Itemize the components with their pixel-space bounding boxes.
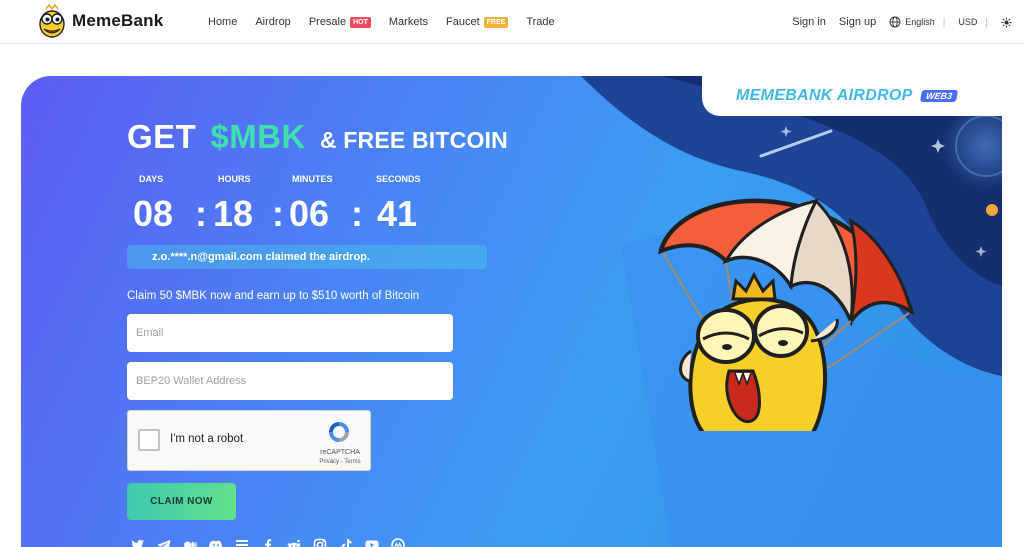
days-value: 08 <box>133 193 174 234</box>
language-selector[interactable]: English <box>889 16 935 28</box>
medium-icon[interactable] <box>183 538 197 547</box>
reddit-icon[interactable] <box>287 538 301 547</box>
recaptcha-privacy-terms[interactable]: Privacy - Terms <box>314 459 366 465</box>
recaptcha-icon <box>329 422 349 442</box>
headline-get: GET <box>127 118 197 155</box>
facebook-icon[interactable] <box>261 538 275 547</box>
sign-in-link[interactable]: Sign in <box>792 16 826 28</box>
sun-icon <box>1001 16 1012 28</box>
free-badge: FREE <box>483 16 509 28</box>
nav-airdrop[interactable]: Airdrop <box>255 16 290 28</box>
seconds-label: SECONDS <box>376 174 421 184</box>
youtube-icon[interactable] <box>365 538 379 547</box>
separator: | <box>985 16 988 28</box>
recaptcha-label: I'm not a robot <box>170 433 244 445</box>
headline-token: $MBK <box>210 118 306 155</box>
countdown-sep: : <box>351 193 363 234</box>
memebank-logo[interactable]: MemeBank <box>36 4 163 38</box>
nav-airdrop-label: Airdrop <box>255 16 291 28</box>
hero-headline: GET $MBK & FREE BITCOIN <box>127 118 508 156</box>
social-links <box>131 538 417 547</box>
mascot-parachute-illustration <box>657 198 915 431</box>
discord-icon[interactable] <box>209 538 223 547</box>
airdrop-tab: MEMEBANK AIRDROP WEB3 <box>702 76 1002 116</box>
nav-trade[interactable]: Trade <box>526 16 554 28</box>
minutes-label: MINUTES <box>292 174 333 184</box>
theme-toggle[interactable] <box>1001 16 1012 28</box>
web3-badge: WEB3 <box>919 90 958 102</box>
hot-badge: HOT <box>350 16 371 28</box>
memebank-mascot-icon <box>39 4 65 38</box>
email-field[interactable] <box>127 314 453 352</box>
seconds-value: 41 <box>377 193 418 234</box>
nav-markets[interactable]: Markets <box>389 16 428 28</box>
airdrop-hero: MEMEBANK AIRDROP WEB3 GET $MBK & FREE BI… <box>21 76 1002 547</box>
docs-icon[interactable] <box>235 538 249 547</box>
language-label: English <box>905 17 935 27</box>
wallet-address-field[interactable] <box>127 362 453 400</box>
recaptcha-brand: reCAPTCHA <box>320 449 360 456</box>
account-nav: Sign in Sign up English | USD | <box>792 0 1012 44</box>
recaptcha-checkbox[interactable] <box>138 429 160 451</box>
separator: | <box>942 16 946 28</box>
telegram-icon[interactable] <box>157 538 171 547</box>
nav-presale[interactable]: Presale HOT <box>309 16 371 28</box>
hero-subtitle: Claim 50 $MBK now and earn up to $510 wo… <box>127 290 420 302</box>
countdown-sep: : <box>195 193 207 234</box>
nav-markets-label: Markets <box>388 16 429 28</box>
main-nav: Home Airdrop Presale HOT Markets Faucet … <box>208 0 573 44</box>
claimed-notice-text: z.o.****.n@gmail.com claimed the airdrop… <box>152 251 370 263</box>
headline-rest: & FREE BITCOIN <box>319 127 508 153</box>
currency-selector[interactable]: USD <box>958 17 977 27</box>
airdrop-title: MEMEBANK AIRDROP <box>736 87 913 104</box>
twitter-icon[interactable] <box>131 538 145 547</box>
hours-value: 18 <box>213 193 254 234</box>
nav-home[interactable]: Home <box>208 16 237 28</box>
minutes-value: 06 <box>289 193 330 234</box>
instagram-icon[interactable] <box>313 538 327 547</box>
sign-up-link[interactable]: Sign up <box>839 16 876 28</box>
recaptcha-widget: I'm not a robot reCAPTCHA Privacy - Term… <box>127 410 371 471</box>
countdown-sep: : <box>272 193 284 234</box>
coinmarketcap-icon[interactable] <box>391 538 405 547</box>
top-navbar: MemeBank Home Airdrop Presale HOT Market… <box>0 0 1024 44</box>
hours-label: HOURS <box>218 174 251 184</box>
nav-trade-label: Trade <box>526 16 555 28</box>
claimed-notice: z.o.****.n@gmail.com claimed the airdrop… <box>127 245 487 269</box>
days-label: DAYS <box>139 174 164 184</box>
nav-faucet-label: Faucet <box>446 16 480 28</box>
globe-icon <box>889 16 901 28</box>
nav-faucet[interactable]: Faucet FREE <box>446 16 509 28</box>
nav-home-label: Home <box>208 16 238 28</box>
tiktok-icon[interactable] <box>339 538 353 547</box>
claim-now-button[interactable]: CLAIM NOW <box>127 483 236 520</box>
nav-presale-label: Presale <box>308 16 347 28</box>
countdown-labels: DAYS HOURS MINUTES SECONDS <box>139 174 439 186</box>
brand-name: MemeBank <box>72 11 164 30</box>
